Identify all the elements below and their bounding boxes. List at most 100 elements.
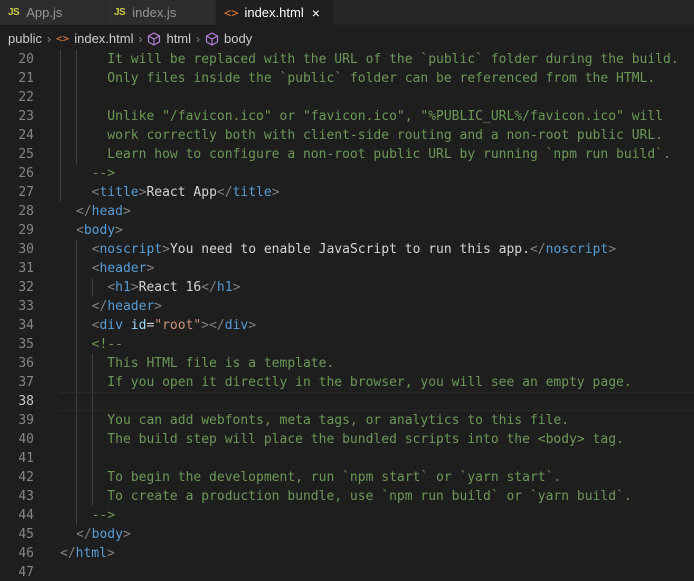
code-token: >: [162, 242, 170, 257]
code-area[interactable]: It will be replaced with the URL of the …: [60, 50, 694, 69]
code-line[interactable]: 32 <h1>React 16</h1>: [0, 278, 694, 297]
code-line[interactable]: 31 <header>: [0, 259, 694, 278]
code-token: head: [91, 204, 123, 219]
code-token: >: [154, 299, 163, 314]
code-token: >: [122, 204, 131, 219]
code-text: -->: [76, 506, 116, 525]
code-area[interactable]: <title>React App</title>: [60, 183, 694, 202]
code-token: It will be replaced with the URL of the …: [76, 52, 679, 67]
code-area[interactable]: <h1>React 16</h1>: [60, 278, 694, 297]
breadcrumb-file[interactable]: index.html: [74, 31, 133, 46]
code-line[interactable]: 36 This HTML file is a template.: [0, 354, 694, 373]
code-area[interactable]: </header>: [60, 297, 694, 316]
code-text: To create a production bundle, use `npm …: [76, 487, 631, 506]
code-line[interactable]: 25 Learn how to configure a non-root pub…: [0, 145, 694, 164]
indent-guide: [76, 393, 77, 412]
close-icon[interactable]: ×: [312, 5, 320, 21]
code-line[interactable]: 47: [0, 563, 694, 581]
code-line[interactable]: 26 -->: [0, 164, 694, 183]
code-line[interactable]: 35 <!--: [0, 335, 694, 354]
code-area[interactable]: -->: [60, 164, 694, 183]
code-area[interactable]: [60, 88, 694, 107]
code-line[interactable]: 29 <body>: [0, 221, 694, 240]
code-area[interactable]: <!--: [60, 335, 694, 354]
line-number: 31: [18, 261, 34, 276]
chevron-right-icon: ›: [46, 31, 51, 46]
line-number: 40: [18, 432, 34, 447]
code-area[interactable]: </head>: [60, 202, 694, 221]
line-number: 47: [18, 565, 34, 580]
code-area[interactable]: To create a production bundle, use `npm …: [60, 487, 694, 506]
code-line[interactable]: 37 If you open it directly in the browse…: [0, 373, 694, 392]
code-area[interactable]: <noscript>You need to enable JavaScript …: [60, 240, 694, 259]
line-number: 24: [18, 128, 34, 143]
code-area[interactable]: </html>: [60, 544, 694, 563]
code-line[interactable]: 38: [0, 392, 694, 412]
breadcrumb-html-element[interactable]: html: [166, 31, 191, 46]
code-line[interactable]: 27 <title>React App</title>: [0, 183, 694, 202]
code-text: Learn how to configure a non-root public…: [76, 145, 671, 164]
code-token: </: [76, 204, 92, 219]
code-token: noscript: [99, 242, 163, 257]
code-line[interactable]: 39 You can add webfonts, meta tags, or a…: [0, 411, 694, 430]
code-line[interactable]: 22: [0, 88, 694, 107]
line-number: 27: [18, 185, 34, 200]
code-area[interactable]: Unlike "/favicon.ico" or "favicon.ico", …: [60, 107, 694, 126]
tab-index-js[interactable]: JS index.js: [106, 0, 216, 25]
code-area[interactable]: [60, 392, 694, 412]
code-line[interactable]: 30 <noscript>You need to enable JavaScri…: [0, 240, 694, 259]
code-area[interactable]: [60, 563, 694, 581]
line-number: 38: [18, 394, 34, 409]
code-line[interactable]: 23 Unlike "/favicon.ico" or "favicon.ico…: [0, 107, 694, 126]
tab-index-html[interactable]: <> index.html ×: [216, 0, 334, 25]
line-number: 26: [18, 166, 34, 181]
code-line[interactable]: 33 </header>: [0, 297, 694, 316]
code-token: html: [75, 546, 107, 561]
code-token: h1: [216, 280, 233, 295]
code-line[interactable]: 21 Only files inside the `public` folder…: [0, 69, 694, 88]
code-line[interactable]: 24 work correctly both with client-side …: [0, 126, 694, 145]
code-text: The build step will place the bundled sc…: [76, 430, 624, 449]
code-line[interactable]: 41: [0, 449, 694, 468]
code-line[interactable]: 44 -->: [0, 506, 694, 525]
code-area[interactable]: <header>: [60, 259, 694, 278]
line-number: 45: [18, 527, 34, 542]
code-token: div: [224, 318, 249, 333]
javascript-file-icon: JS: [8, 7, 20, 18]
code-token: </: [91, 299, 108, 314]
code-area[interactable]: This HTML file is a template.: [60, 354, 694, 373]
code-line[interactable]: 43 To create a production bundle, use `n…: [0, 487, 694, 506]
tab-app-js[interactable]: JS App.js: [0, 0, 106, 25]
code-editor[interactable]: 20 It will be replaced with the URL of t…: [0, 50, 694, 581]
code-area[interactable]: </body>: [60, 525, 694, 544]
code-area[interactable]: -->: [60, 506, 694, 525]
breadcrumb-folder[interactable]: public: [8, 31, 42, 46]
line-number: 25: [18, 147, 34, 162]
code-area[interactable]: The build step will place the bundled sc…: [60, 430, 694, 449]
code-text: </head>: [76, 202, 131, 221]
code-area[interactable]: <div id="root"></div>: [60, 316, 694, 335]
code-line[interactable]: 46 </html>: [0, 544, 694, 563]
code-line[interactable]: 42 To begin the development, run `npm st…: [0, 468, 694, 487]
code-area[interactable]: Only files inside the `public` folder ca…: [60, 69, 694, 88]
code-line[interactable]: 40 The build step will place the bundled…: [0, 430, 694, 449]
code-area[interactable]: To begin the development, run `npm start…: [60, 468, 694, 487]
line-number: 29: [18, 223, 34, 238]
code-token: >: [232, 280, 241, 295]
code-area[interactable]: You can add webfonts, meta tags, or anal…: [60, 411, 694, 430]
code-line[interactable]: 20 It will be replaced with the URL of t…: [0, 50, 694, 69]
code-area[interactable]: work correctly both with client-side rou…: [60, 126, 694, 145]
code-area[interactable]: [60, 449, 694, 468]
code-line[interactable]: 45 </body>: [0, 525, 694, 544]
code-area[interactable]: Learn how to configure a non-root public…: [60, 145, 694, 164]
code-area[interactable]: <body>: [60, 221, 694, 240]
code-line[interactable]: 34 <div id="root"></div>: [0, 316, 694, 335]
code-token: div: [99, 318, 123, 333]
breadcrumb-body-element[interactable]: body: [224, 31, 252, 46]
code-line[interactable]: 28 </head>: [0, 202, 694, 221]
code-area[interactable]: If you open it directly in the browser, …: [60, 373, 694, 392]
